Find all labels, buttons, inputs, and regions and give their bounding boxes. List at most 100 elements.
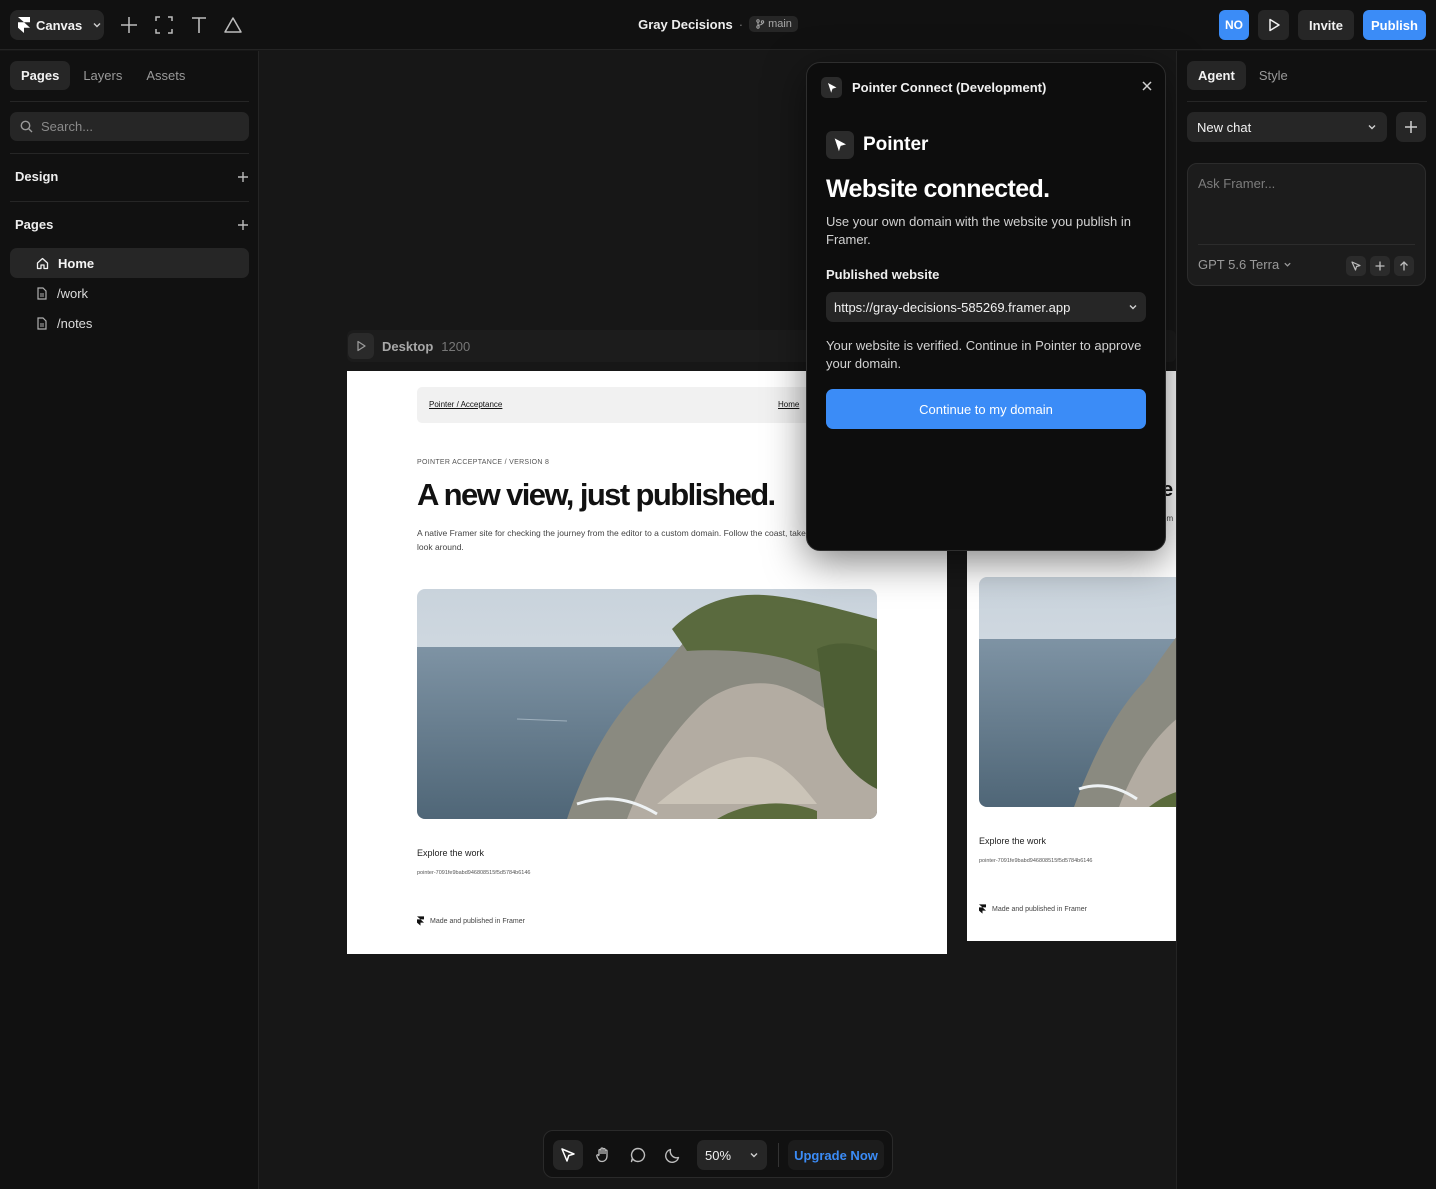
page-item-home[interactable]: Home: [10, 248, 249, 278]
attach-button[interactable]: [1370, 256, 1390, 276]
chat-select[interactable]: New chat: [1187, 112, 1387, 142]
comment-tool-button[interactable]: [623, 1140, 653, 1170]
site-paragraph: A native Framer site for checking the jo…: [417, 528, 813, 552]
tablet-explore-link[interactable]: Explore the work: [979, 836, 1046, 846]
arrow-up-icon: [1398, 260, 1410, 272]
close-icon[interactable]: [1140, 79, 1154, 93]
pointer-brand: Pointer: [826, 131, 928, 159]
frame-width: 1200: [441, 338, 471, 354]
left-panel: Pages Layers Assets Design Pages Home /w…: [0, 51, 259, 1189]
tab-pages[interactable]: Pages: [10, 61, 71, 90]
site-footer-text: Made and published in Framer: [430, 917, 525, 925]
site-nav-home[interactable]: Home: [778, 400, 799, 409]
divider: [10, 201, 249, 202]
site-hash: pointer-7091fe9babd946808515f5d5784b6146: [417, 870, 531, 876]
frame-tool-icon[interactable]: [154, 15, 174, 35]
add-icon[interactable]: [119, 15, 139, 35]
modal-subtitle: Use your own domain with the website you…: [826, 214, 1131, 247]
invite-button[interactable]: Invite: [1298, 10, 1354, 40]
zoom-select[interactable]: 50%: [697, 1140, 767, 1170]
add-page-icon[interactable]: [237, 219, 249, 231]
dark-mode-button[interactable]: [658, 1140, 688, 1170]
select-tool-button[interactable]: [553, 1140, 583, 1170]
tab-style[interactable]: Style: [1248, 61, 1299, 90]
new-chat-button[interactable]: [1396, 112, 1426, 142]
text-tool-icon[interactable]: [189, 15, 209, 35]
frame-preview-button[interactable]: [348, 333, 374, 359]
tablet-footer-text: Made and published in Framer: [992, 905, 1087, 913]
chevron-down-icon: [92, 20, 102, 30]
tab-layers[interactable]: Layers: [72, 61, 133, 90]
tablet-footer: Made and published in Framer: [979, 904, 1087, 914]
add-icon: [1374, 260, 1386, 272]
pointer-brand-name: Pointer: [863, 134, 929, 155]
framer-logo-icon: [417, 916, 424, 926]
play-icon: [1266, 17, 1282, 33]
modal-header-title: Pointer Connect (Development): [852, 80, 1047, 95]
divider: [10, 101, 249, 102]
send-button[interactable]: [1394, 256, 1414, 276]
page-item-label: /work: [57, 285, 89, 301]
site-kicker: POINTER ACCEPTANCE / VERSION 8: [417, 459, 550, 466]
hand-icon: [594, 1146, 612, 1164]
published-website-select[interactable]: https://gray-decisions-585269.framer.app: [826, 292, 1146, 322]
cursor-icon: [559, 1146, 577, 1164]
modal-header: Pointer Connect (Development): [821, 77, 1046, 98]
branch-icon: [755, 19, 765, 29]
pointer-connect-modal: Pointer Connect (Development) Pointer We…: [806, 62, 1166, 551]
site-explore-link[interactable]: Explore the work: [417, 848, 484, 858]
verification-text: Your website is verified. Continue in Po…: [826, 338, 1142, 371]
branch-name: main: [768, 18, 792, 30]
add-icon: [1404, 120, 1418, 134]
section-design-label: Design: [15, 169, 59, 184]
continue-to-domain-button[interactable]: Continue to my domain: [826, 389, 1146, 429]
site-headline: A new view, just published.: [417, 477, 776, 512]
framer-logo-icon: [979, 904, 986, 914]
preview-button[interactable]: [1258, 10, 1289, 40]
zoom-value: 50%: [705, 1147, 732, 1163]
pointer-mode-button[interactable]: [1346, 256, 1366, 276]
ask-framer-input[interactable]: [1198, 176, 1413, 226]
site-brand-link[interactable]: Pointer / Acceptance: [429, 400, 502, 409]
shape-tool-icon[interactable]: [223, 15, 243, 35]
pointer-cursor-icon: [821, 77, 842, 98]
framer-logo-icon: [18, 17, 30, 33]
page-item-work[interactable]: /work: [10, 278, 249, 308]
divider: [10, 153, 249, 154]
tab-agent[interactable]: Agent: [1187, 61, 1246, 90]
model-name: GPT 5.6 Terra: [1198, 257, 1280, 272]
coast-photo: [979, 577, 1176, 807]
add-design-icon[interactable]: [237, 171, 249, 183]
section-design: Design: [15, 169, 249, 184]
project-title[interactable]: Gray Decisions: [638, 17, 733, 32]
branch-badge[interactable]: main: [749, 16, 798, 32]
published-website-label: Published website: [826, 267, 940, 282]
divider: [1187, 101, 1427, 102]
user-avatar[interactable]: NO: [1219, 10, 1249, 40]
tablet-hash: pointer-7091fe9babd946808515f5d5784b6146: [979, 858, 1093, 864]
pointer-logo-icon: [826, 131, 854, 159]
right-panel-tabs: Agent Style: [1187, 61, 1299, 90]
page-item-notes[interactable]: /notes: [10, 308, 249, 338]
tab-assets[interactable]: Assets: [135, 61, 196, 90]
divider: [1198, 244, 1415, 245]
file-icon: [36, 286, 48, 300]
comment-icon: [629, 1146, 647, 1164]
file-icon: [36, 316, 48, 330]
frame-label-desktop[interactable]: Desktop 1200: [347, 330, 470, 362]
top-bar: Canvas Gray Decisions · main NO Invite P…: [0, 0, 1436, 50]
search-box[interactable]: [10, 112, 249, 141]
site-footer: Made and published in Framer: [417, 916, 525, 926]
publish-button[interactable]: Publish: [1363, 10, 1426, 40]
section-pages: Pages: [15, 217, 249, 232]
play-icon: [355, 340, 367, 352]
upgrade-now-button[interactable]: Upgrade Now: [788, 1140, 884, 1170]
search-input[interactable]: [41, 119, 231, 134]
chevron-down-icon: [1367, 122, 1377, 132]
workspace-label: Canvas: [36, 17, 83, 33]
workspace-menu-button[interactable]: Canvas: [10, 10, 104, 40]
ask-framer-box: GPT 5.6 Terra: [1187, 163, 1426, 286]
hand-tool-button[interactable]: [588, 1140, 618, 1170]
model-select[interactable]: GPT 5.6 Terra: [1198, 257, 1292, 272]
section-pages-label: Pages: [15, 217, 54, 232]
